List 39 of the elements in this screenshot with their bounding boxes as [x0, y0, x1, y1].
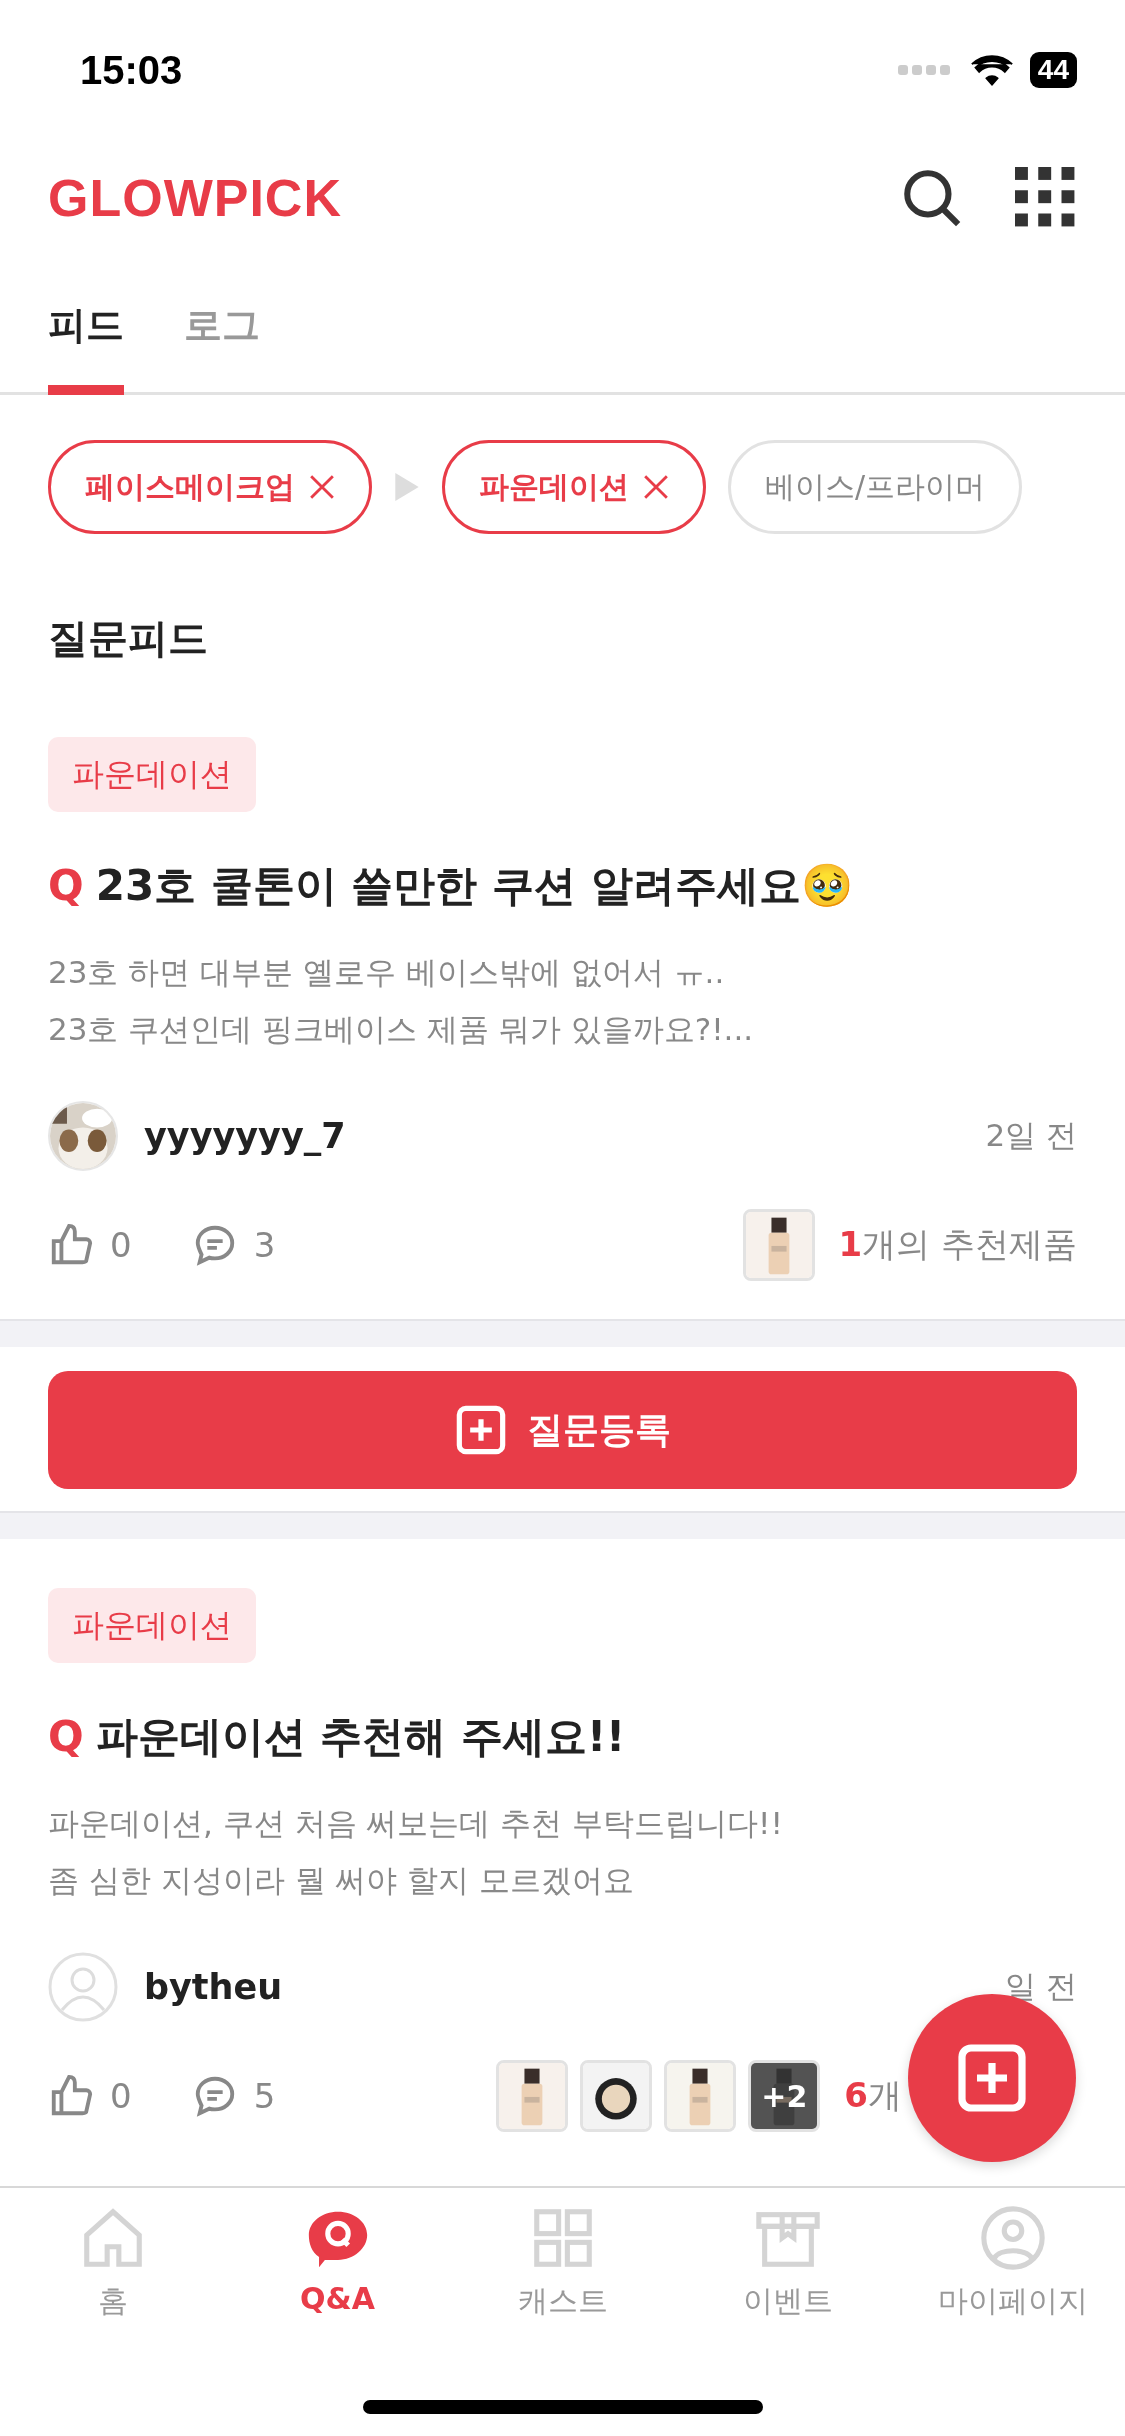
comment-count: 5 — [253, 2076, 276, 2116]
plus-square-icon — [454, 1404, 507, 1456]
recommended-products[interactable]: 1개의 추천제품 — [838, 1222, 1077, 1268]
author-name[interactable]: bytheu — [144, 1967, 283, 2007]
ask-question-button[interactable]: 질문등록 — [48, 1371, 1077, 1489]
filter-chip[interactable]: 페이스메이크업 — [48, 440, 372, 534]
category-tag: 파운데이션 — [48, 1588, 256, 1663]
close-icon — [643, 474, 669, 500]
category-tag: 파운데이션 — [48, 737, 256, 812]
tab[interactable]: 피드 — [48, 300, 124, 395]
comment-count: 3 — [253, 1225, 276, 1265]
close-icon — [309, 474, 335, 500]
author-name[interactable]: yyyyyyy_7 — [144, 1116, 346, 1156]
filter-chip[interactable]: 베이스/프라이머 — [728, 440, 1023, 534]
question-body: 23호 하면 대부분 옐로우 베이스밖에 없어서 ㅠ.. 23호 쿠션인데 핑크베이스 제품 뭐가 있을까요?!... — [48, 953, 755, 1049]
filter-chip[interactable]: 파운데이션 — [442, 440, 706, 534]
question-title[interactable]: Q 23호 쿨톤이 쓸만한 쿠션 알려주세요🥹 — [48, 860, 1077, 912]
status-time: 15:03 — [80, 47, 183, 93]
tab[interactable]: 로그 — [184, 300, 260, 395]
menu-grid-icon[interactable] — [1015, 166, 1077, 229]
logo[interactable]: GLOWPICK — [48, 167, 342, 228]
plus-square-icon — [956, 2042, 1028, 2114]
post-time: 2일 전 — [985, 1116, 1077, 1155]
nav-tab[interactable]: 홈 — [12, 2202, 213, 2323]
arrow-right-icon — [394, 473, 420, 501]
avatar-icon — [48, 1952, 118, 2022]
section-title: 질문피드 — [47, 614, 209, 663]
nav-tab[interactable]: 마이페이지 — [912, 2202, 1113, 2323]
wifi-icon — [969, 53, 1014, 87]
nav-tab[interactable]: 이벤트 — [687, 2202, 888, 2323]
battery-level: 44 — [1029, 52, 1077, 88]
question-body: 파운데이션, 쿠션 처음 써보는데 추천 부탁드립니다!! 좀 심한 지성이라 뭘 써야 할지 모르겠어요 — [48, 1804, 784, 1900]
like-count: 0 — [110, 1225, 132, 1265]
like-count: 0 — [110, 2076, 132, 2116]
more-count: +2 — [751, 2063, 818, 2129]
nav-tab[interactable]: 캐스트 — [462, 2202, 663, 2323]
question-title[interactable]: Q 파운데이션 추천해 주세요!! — [48, 1711, 1077, 1763]
nav-tab[interactable]: Q&A — [237, 2202, 438, 2323]
recommended-products[interactable]: 6개 — [844, 2073, 902, 2119]
